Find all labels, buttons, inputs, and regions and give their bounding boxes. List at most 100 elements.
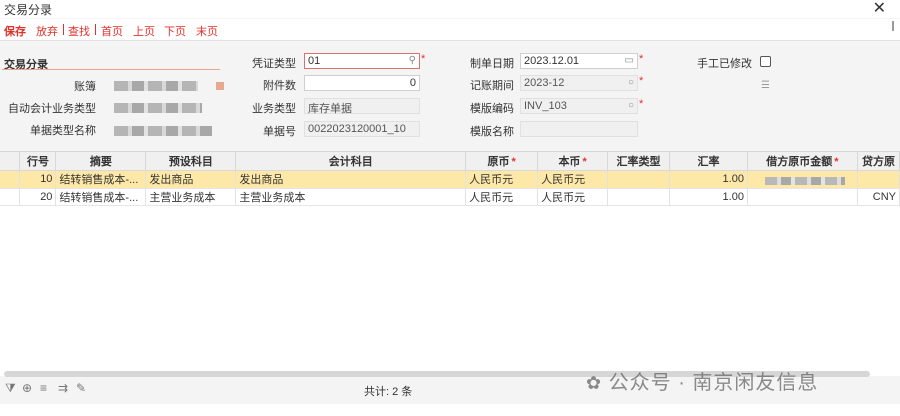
period-field[interactable]: 2023-12 ○ [520, 75, 638, 91]
voucher-type-input[interactable]: 01 ⚲ [304, 53, 420, 69]
cell-preset[interactable]: 主营业务成本 [145, 188, 237, 206]
template-name-field[interactable] [520, 121, 638, 137]
cell-credit[interactable]: CNY [857, 188, 900, 206]
row-selector[interactable] [0, 170, 21, 189]
template-name-label: 模版名称 [470, 126, 514, 138]
calendar-icon[interactable]: ▭ [625, 55, 634, 66]
attachments-input[interactable]: 0 [304, 75, 420, 91]
cell-debit[interactable] [747, 170, 858, 189]
title-bar: 交易分录 ✕ [0, 0, 900, 18]
cell-orig-currency[interactable]: 人民币元 [465, 170, 539, 189]
attachments-label: 附件数 [263, 80, 296, 92]
doc-no-field[interactable]: 0022023120001_10 [304, 121, 420, 137]
auto-type-value-redacted [114, 103, 202, 113]
cell-rate-type[interactable] [607, 188, 671, 206]
cell-local-currency[interactable]: 人民币元 [537, 170, 609, 189]
required-mark: * [421, 53, 426, 65]
period-value: 2023-12 [524, 77, 565, 89]
col-header-no[interactable]: 行号 [19, 152, 57, 171]
doc-no-label: 单据号 [263, 126, 296, 138]
cell-summary[interactable]: 结转销售成本-... [55, 170, 147, 189]
discard-button[interactable]: 放弃 [36, 23, 58, 39]
cell-preset[interactable]: 发出商品 [145, 170, 237, 189]
manual-edit-checkbox[interactable] [760, 56, 771, 67]
row-selector[interactable] [0, 188, 21, 206]
record-count: 共计: 2 条 [364, 386, 413, 398]
cell-no[interactable]: 20 [19, 188, 57, 206]
cell-debit[interactable] [747, 188, 858, 206]
doc-no-value: 0022023120001_10 [308, 123, 406, 135]
table-row[interactable]: 10 结转销售成本-... 发出商品 发出商品 人民币元 人民币元 1.00 [0, 170, 900, 189]
col-header-credit[interactable]: 贷方原 [857, 152, 900, 171]
cell-credit[interactable] [857, 170, 900, 189]
col-header-rate-type[interactable]: 汇率类型 [607, 152, 671, 171]
cell-no[interactable]: 10 [19, 170, 57, 189]
first-page-button[interactable]: 首页 [101, 23, 123, 39]
template-code-field[interactable]: INV_103 ○ [520, 98, 638, 114]
next-page-button[interactable]: 下页 [164, 23, 186, 39]
list-detail-icon[interactable]: ☰ [761, 80, 770, 91]
edit-icon[interactable]: ✎ [76, 381, 86, 395]
copy-row-icon[interactable]: ⇉ [58, 381, 68, 395]
col-header-summary[interactable]: 摘要 [55, 152, 147, 171]
cell-local-currency[interactable]: 人民币元 [537, 188, 609, 206]
grid-header-row: 行号 摘要 预设科目 会计科目 原币 * 本币 * 汇率类型 汇率 借方原币金额 * … [0, 152, 900, 171]
required-mark: * [639, 53, 644, 65]
save-button[interactable]: 保存 [4, 23, 26, 39]
col-header-local-currency[interactable]: 本币 * [537, 152, 609, 171]
toolbar-edge [892, 21, 894, 31]
entry-grid: 行号 摘要 预设科目 会计科目 原币 * 本币 * 汇率类型 汇率 借方原币金额 * … [0, 151, 900, 376]
dropdown-circle-icon[interactable]: ○ [628, 100, 634, 111]
template-code-value: INV_103 [524, 100, 567, 112]
ledger-marker [216, 82, 224, 90]
col-header-rate[interactable]: 汇率 [669, 152, 748, 171]
wechat-icon: ✿ [586, 373, 603, 393]
voucher-type-label: 凭证类型 [252, 58, 296, 70]
cell-rate[interactable]: 1.00 [669, 188, 748, 206]
find-button[interactable]: 查找 [68, 23, 90, 39]
cell-orig-currency[interactable]: 人民币元 [465, 188, 539, 206]
col-header-account[interactable]: 会计科目 [235, 152, 467, 171]
table-row[interactable]: 20 结转销售成本-... 主营业务成本 主营业务成本 人民币元 人民币元 1.… [0, 188, 900, 206]
bottom-strip [0, 404, 900, 416]
filter-icon[interactable]: ⧩ [5, 381, 16, 396]
voucher-header-form: 交易分录 账簿 自动会计业务类型 单据类型名称 凭证类型 01 ⚲ * 附件数 … [0, 42, 900, 150]
col-header-debit[interactable]: 借方原币金额 * [747, 152, 858, 171]
cell-rate[interactable]: 1.00 [669, 170, 748, 189]
manual-edit-label: 手工已修改 [697, 58, 752, 70]
make-date-label: 制单日期 [470, 58, 514, 70]
search-icon[interactable]: ⚲ [409, 55, 416, 66]
required-mark: * [639, 75, 644, 87]
close-icon[interactable]: ✕ [873, 0, 886, 18]
biz-type-select[interactable]: 库存单据 [304, 98, 420, 115]
col-header-orig-currency[interactable]: 原币 * [465, 152, 539, 171]
last-page-button[interactable]: 末页 [196, 23, 218, 39]
required-mark: * [511, 155, 516, 168]
make-date-value: 2023.12.01 [524, 55, 580, 67]
auto-type-label: 自动会计业务类型 [8, 103, 96, 115]
required-mark: * [582, 155, 587, 168]
toolbar: 保存 放弃 查找 首页 上页 下页 末页 [0, 19, 900, 41]
biz-type-value: 库存单据 [308, 103, 352, 115]
cell-rate-type[interactable] [607, 170, 671, 189]
required-mark: * [639, 98, 644, 110]
insert-row-icon[interactable]: ≡ [40, 381, 47, 395]
cell-summary[interactable]: 结转销售成本-... [55, 188, 147, 206]
debit-value-redacted [764, 176, 845, 185]
required-mark: * [834, 155, 839, 168]
col-header-preset[interactable]: 预设科目 [145, 152, 237, 171]
window-title: 交易分录 [4, 3, 53, 17]
template-code-label: 模版编码 [470, 103, 514, 115]
make-date-input[interactable]: 2023.12.01 ▭ [520, 53, 638, 69]
doc-type-name-value-redacted [114, 126, 212, 136]
biz-type-label: 业务类型 [252, 103, 296, 115]
add-row-icon[interactable]: ⊕ [22, 381, 32, 395]
ledger-label: 账簿 [74, 81, 96, 93]
cell-account[interactable]: 发出商品 [235, 170, 467, 189]
cell-account[interactable]: 主营业务成本 [235, 188, 467, 206]
doc-type-name-label: 单据类型名称 [30, 125, 96, 137]
toolbar-separator [63, 24, 64, 35]
voucher-type-value: 01 [308, 55, 321, 67]
prev-page-button[interactable]: 上页 [133, 23, 155, 39]
dropdown-circle-icon[interactable]: ○ [628, 77, 634, 88]
